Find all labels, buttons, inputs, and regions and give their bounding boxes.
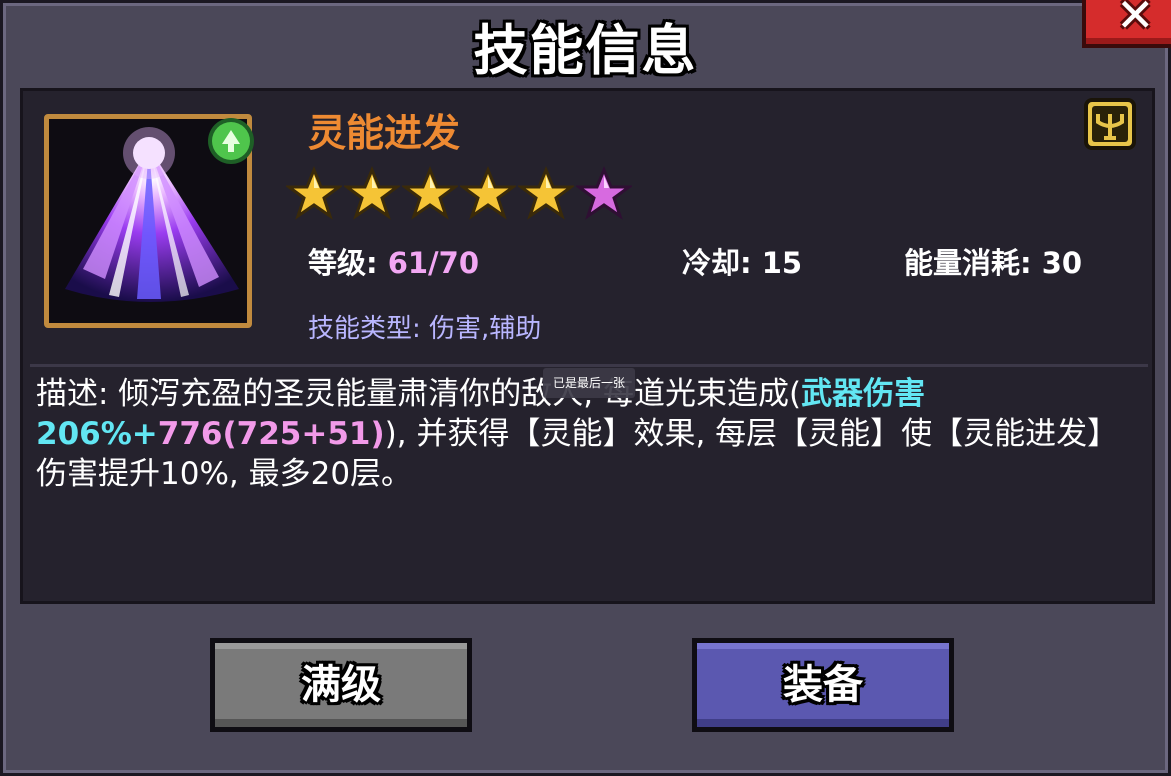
- base-damage-value: 776(725+51): [157, 416, 385, 452]
- skill-energy-cost: 能量消耗: 30: [904, 240, 1082, 282]
- trident-rune-icon[interactable]: [1084, 98, 1136, 150]
- skill-cooldown: 冷却: 15: [682, 240, 802, 282]
- description-text: 描述: 倾泻充盈的圣灵能量肃清你的敌人, 每道光束造成(: [36, 376, 802, 412]
- section-divider: [30, 364, 1148, 367]
- energy-value: 30: [1041, 246, 1083, 280]
- max-level-button[interactable]: 满级: [210, 638, 472, 732]
- gold-star-icon: [460, 166, 516, 220]
- dialog-title: 技能信息: [473, 19, 698, 82]
- equip-button[interactable]: 装备: [692, 638, 954, 732]
- star-rating: [286, 166, 634, 222]
- close-button[interactable]: ✕: [1082, 0, 1171, 48]
- skill-level: 等级: 61/70: [308, 240, 479, 282]
- level-label: 等级:: [308, 246, 388, 280]
- purple-star-icon: [576, 166, 632, 220]
- close-x-icon: ✕: [1116, 0, 1155, 42]
- last-item-toast: 已是最后一张: [543, 368, 635, 398]
- cooldown-label: 冷却:: [682, 246, 762, 280]
- equip-label: 装备: [783, 662, 863, 708]
- gold-star-icon: [286, 166, 342, 220]
- gold-star-icon: [518, 166, 574, 220]
- energy-label: 能量消耗:: [904, 246, 1042, 280]
- green-gem-icon: [208, 118, 254, 164]
- gold-star-icon: [344, 166, 400, 220]
- plus-sign: +: [131, 416, 158, 452]
- level-value: 61/70: [387, 246, 480, 280]
- cooldown-value: 15: [761, 246, 803, 280]
- skill-name: 灵能进发: [308, 111, 461, 155]
- gold-star-icon: [402, 166, 458, 220]
- skill-type: 技能类型: 伤害,辅助: [308, 314, 542, 344]
- max-level-label: 满级: [301, 662, 381, 708]
